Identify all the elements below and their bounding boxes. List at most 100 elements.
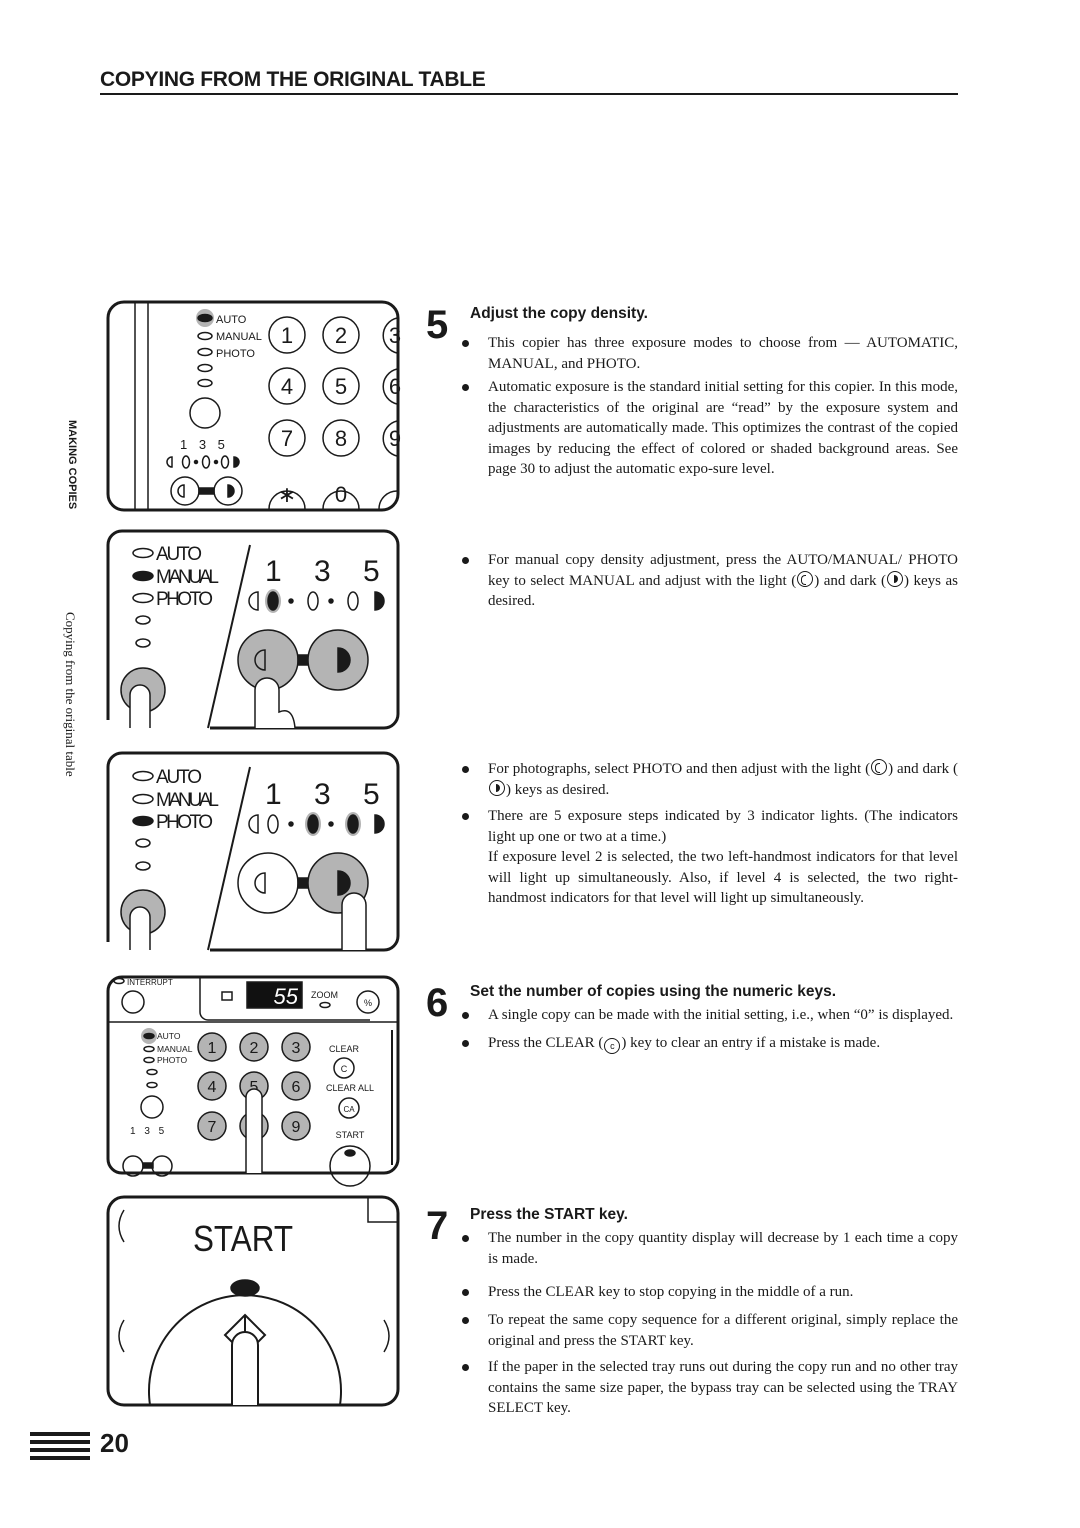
- bullet-text: ) and dark (: [814, 572, 886, 589]
- finger-icon: [129, 906, 151, 950]
- page-marker-bar: [30, 1440, 90, 1444]
- bullet-text: ) keys as desired.: [506, 781, 610, 798]
- clear-key-label: C: [341, 1064, 348, 1074]
- mode-label-photo: PHOTO: [156, 589, 213, 610]
- side-tab-section-label: MAKING COPIES: [66, 420, 78, 510]
- step-heading: Set the number of copies using the numer…: [470, 983, 837, 1000]
- mode-label-manual: MANUAL: [156, 790, 219, 811]
- mode-label-auto: AUTO: [216, 314, 247, 326]
- bullet-item: For photographs, select PHOTO and then a…: [462, 759, 958, 800]
- zoom-label: ZOOM: [311, 990, 338, 1000]
- bullet-text: ) key to clear an entry if a mistake is …: [621, 1035, 881, 1051]
- light-key-icon: [871, 759, 888, 775]
- step-heading: Adjust the copy density.: [470, 305, 648, 322]
- clear-label: CLEAR: [329, 1044, 360, 1054]
- key-5: 5: [335, 374, 347, 399]
- clear-key-icon: c: [604, 1038, 621, 1054]
- bullet-text: The number in the copy quantity display …: [488, 1230, 958, 1267]
- key-3: 3: [389, 323, 401, 348]
- page-marker-bar: [30, 1432, 90, 1436]
- bullet-text: Press the CLEAR (: [488, 1035, 604, 1051]
- copy-count-value: 55: [274, 984, 299, 1009]
- zoom-percent-label: %: [364, 998, 372, 1008]
- key-4: 4: [208, 1079, 217, 1096]
- bullet-item: A single copy can be made with the initi…: [462, 1005, 958, 1026]
- step-heading: Press the START key.: [470, 1206, 628, 1223]
- bullet-item: This copier has three exposure modes to …: [462, 333, 958, 374]
- key-6: 6: [389, 374, 401, 399]
- dark-key-icon: [489, 779, 505, 796]
- clear-all-label: CLEAR ALL: [326, 1083, 374, 1093]
- operation-panel-illustration: INTERRUPT 55 ZOOM % AUTO MANUAL PHOTO 1 …: [106, 975, 400, 1187]
- bullet-item: Press the CLEAR key to stop copying in t…: [462, 1282, 958, 1303]
- side-tab-subsection-label: Copying from the original table: [63, 612, 78, 777]
- bullet-text: If the paper in the selected tray runs o…: [488, 1359, 958, 1417]
- light-key-icon: [237, 852, 299, 914]
- bullet-text: This copier has three exposure modes to …: [488, 335, 958, 372]
- start-label: START: [193, 1218, 293, 1259]
- bullet-item: If exposure level 2 is selected, the two…: [488, 847, 958, 909]
- key-4: 4: [281, 374, 293, 399]
- key-7: 7: [208, 1119, 217, 1136]
- light-key-icon: [170, 476, 200, 506]
- bullet-text: ) and dark (: [888, 761, 958, 777]
- exposure-scale: 1 3 5: [180, 437, 229, 452]
- finger-icon: [245, 1088, 263, 1173]
- key-9: 9: [292, 1119, 301, 1136]
- page-marker-bar: [30, 1448, 90, 1452]
- mode-label-photo: PHOTO: [157, 1055, 187, 1065]
- side-tab-subsection: Copying from the original table: [60, 612, 80, 812]
- mode-label-auto: AUTO: [156, 544, 202, 565]
- exposure-scale: 1 3 5: [265, 778, 392, 811]
- finger-icon: [341, 892, 367, 950]
- title-divider: [100, 93, 958, 95]
- key-star: ∗: [278, 482, 296, 507]
- key-2: 2: [250, 1040, 259, 1057]
- exposure-scale: 1 3 5: [265, 555, 392, 588]
- mode-select-button: [189, 397, 221, 429]
- photo-mode-illustration: AUTO MANUAL PHOTO 1 3 5: [106, 751, 400, 952]
- dark-key-icon: [887, 570, 903, 587]
- step-number: 7: [426, 1204, 449, 1248]
- bullet-item: For manual copy density adjustment, pres…: [462, 550, 958, 612]
- finger-icon: [254, 677, 296, 729]
- bullet-text: If exposure level 2 is selected, the two…: [488, 849, 958, 907]
- page-number: 20: [100, 1428, 129, 1458]
- mode-label-manual: MANUAL: [216, 331, 262, 343]
- mode-label-photo: PHOTO: [156, 812, 213, 833]
- exposure-indicators-icon: [248, 589, 385, 613]
- start-label: START: [336, 1130, 365, 1140]
- exposure-scale: 1 3 5: [130, 1126, 167, 1137]
- bullet-item: There are 5 exposure steps indicated by …: [462, 806, 958, 847]
- mode-label-auto: AUTO: [156, 767, 202, 788]
- control-panel-illustration: AUTO MANUAL PHOTO 1 3 5 1 2 3 4 5 6 7 8 …: [106, 300, 401, 512]
- bullet-text: A single copy can be made with the initi…: [488, 1007, 954, 1023]
- bullet-item: Automatic exposure is the standard initi…: [462, 377, 958, 480]
- key-2: 2: [335, 323, 347, 348]
- finger-icon: [231, 1331, 259, 1405]
- exposure-indicators-icon: [166, 455, 240, 469]
- exposure-indicators-icon: [248, 812, 385, 836]
- bullet-item: Press the CLEAR (c) key to clear an entr…: [462, 1033, 958, 1054]
- key-0: 0: [335, 482, 347, 507]
- key-9: 9: [389, 426, 401, 451]
- side-tab-section: MAKING COPIES: [60, 420, 80, 550]
- light-key-icon: [797, 570, 814, 587]
- bullet-item: To repeat the same copy sequence for a d…: [462, 1310, 958, 1351]
- mode-label-auto: AUTO: [157, 1031, 181, 1041]
- key-8: 8: [335, 426, 347, 451]
- bullet-text: There are 5 exposure steps indicated by …: [488, 808, 958, 845]
- finger-icon: [129, 684, 151, 728]
- page-title: COPYING FROM THE ORIGINAL TABLE: [100, 68, 486, 91]
- mode-label-photo: PHOTO: [216, 348, 255, 360]
- key-1: 1: [281, 323, 293, 348]
- bullet-text: Press the CLEAR key to stop copying in t…: [488, 1284, 854, 1300]
- clear-all-key-label: CA: [343, 1105, 355, 1114]
- bullet-text: For photographs, select PHOTO and then a…: [488, 761, 871, 777]
- bullet-text: To repeat the same copy sequence for a d…: [488, 1312, 958, 1349]
- step-number: 6: [426, 981, 449, 1025]
- key-1: 1: [208, 1040, 217, 1057]
- bullet-text: Automatic exposure is the standard initi…: [488, 379, 958, 478]
- manual-mode-illustration: AUTO MANUAL PHOTO 1 3 5: [106, 529, 400, 730]
- key-6: 6: [292, 1079, 301, 1096]
